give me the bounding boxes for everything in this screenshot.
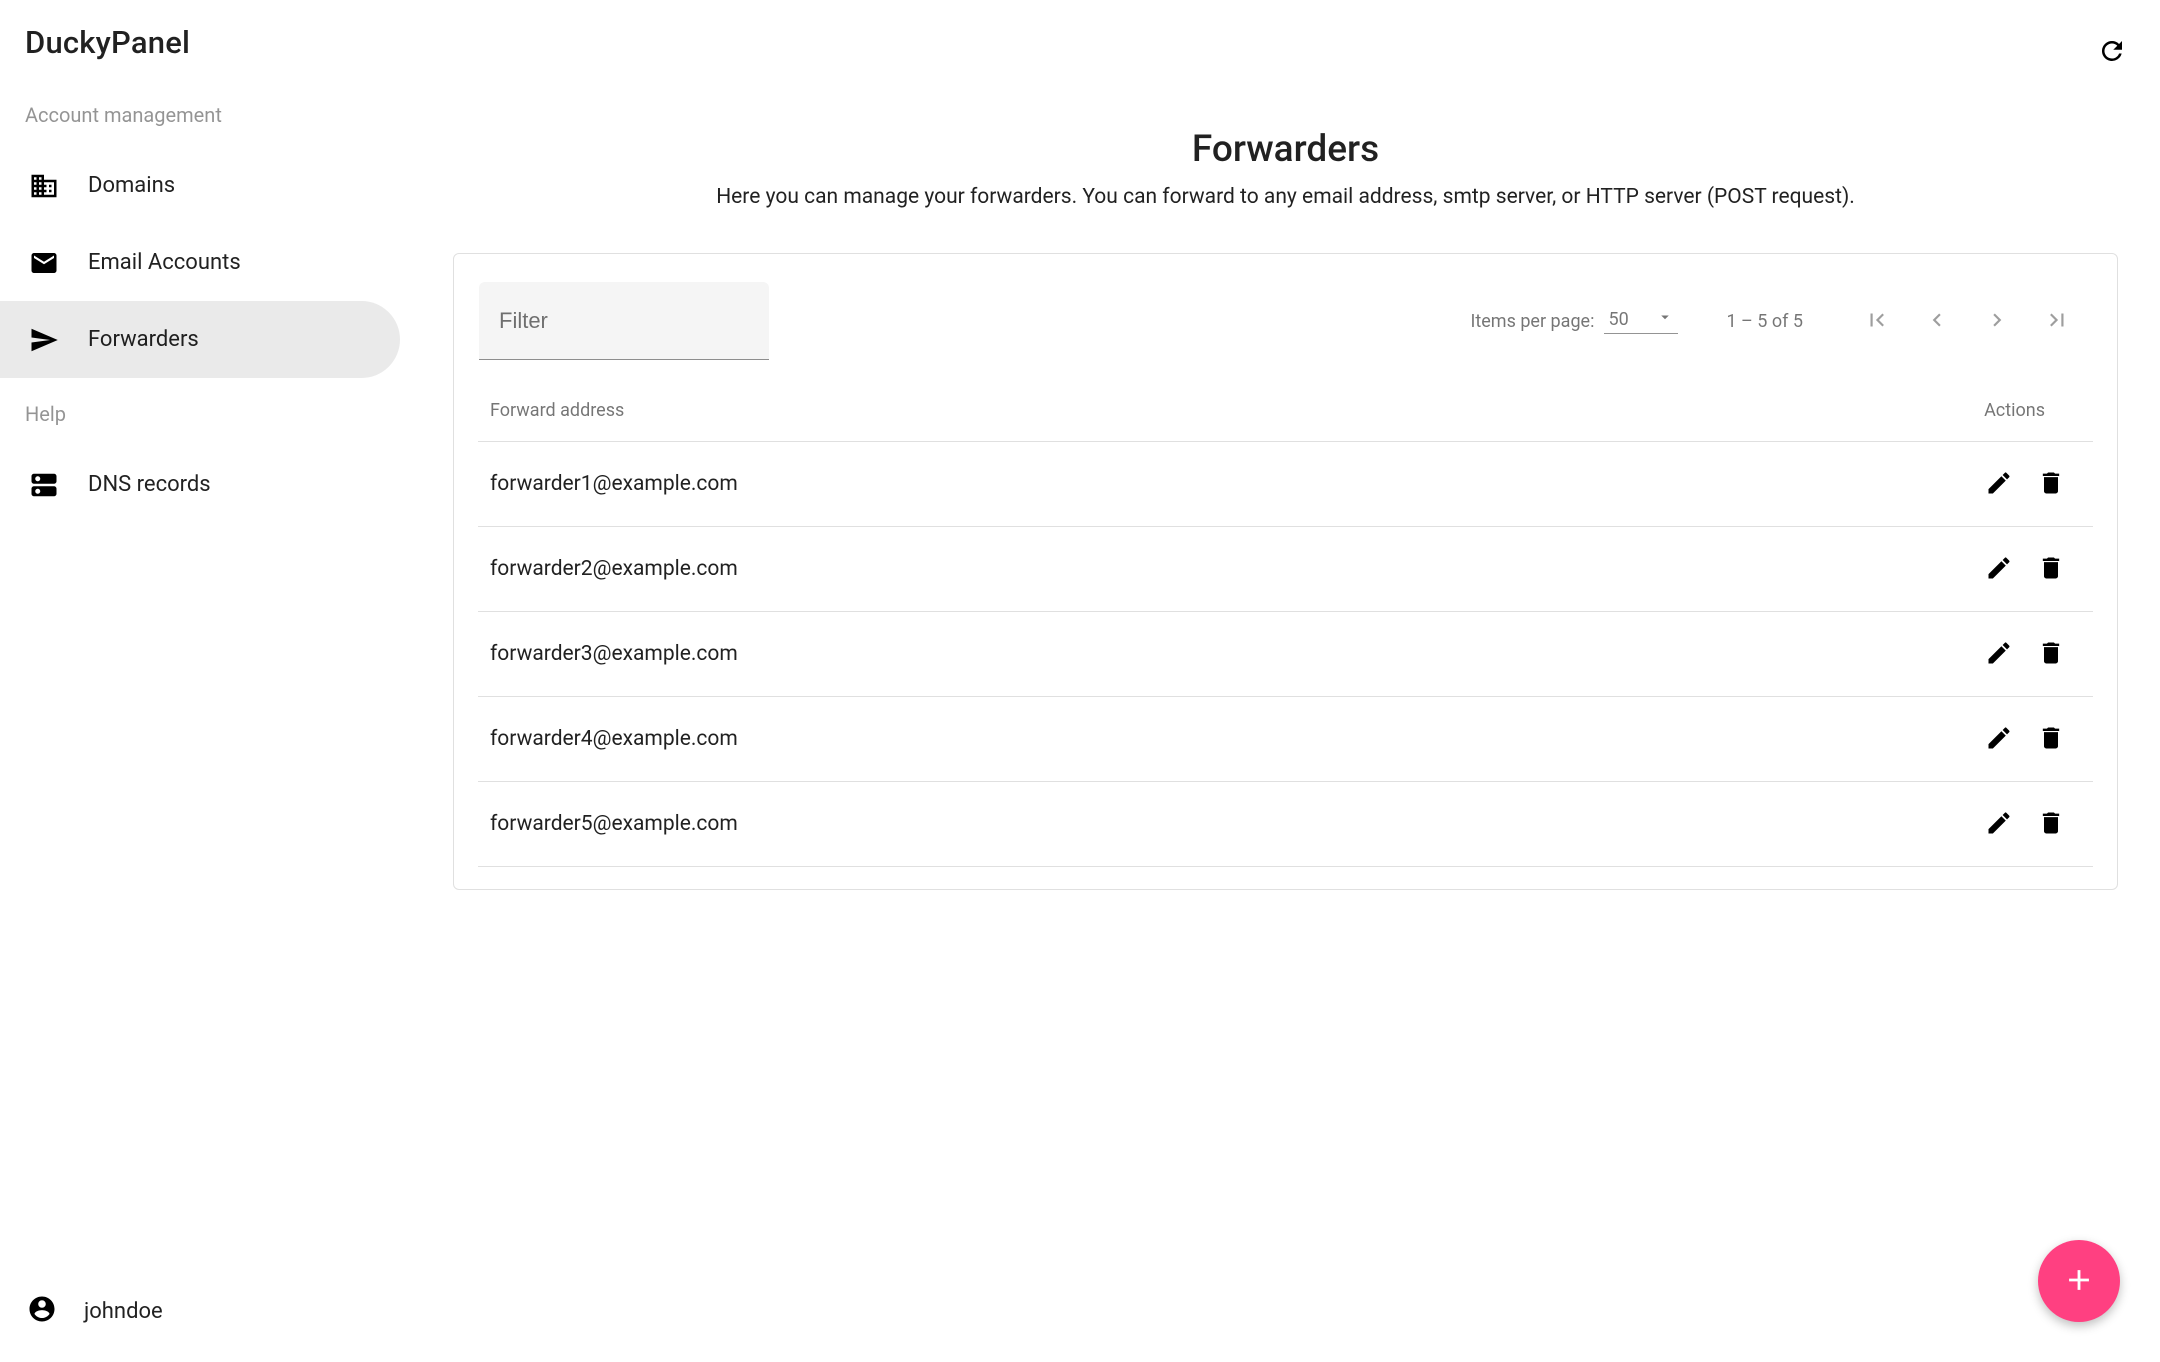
edit-icon <box>1985 724 2013 755</box>
delete-button[interactable] <box>2029 547 2073 591</box>
filter-input[interactable] <box>499 308 749 334</box>
table-row: forwarder3@example.com <box>478 612 2093 697</box>
actions-cell <box>1933 442 2093 527</box>
actions-cell <box>1933 782 2093 867</box>
edit-button[interactable] <box>1977 462 2021 506</box>
delete-icon <box>2037 809 2065 840</box>
add-forwarder-fab[interactable] <box>2038 1240 2120 1322</box>
edit-icon <box>1985 639 2013 670</box>
refresh-icon <box>2097 36 2127 69</box>
actions-cell <box>1933 527 2093 612</box>
arrow-drop-down-icon <box>1644 308 1674 331</box>
main-content: Forwarders Here you can manage your forw… <box>411 0 2160 1362</box>
edit-button[interactable] <box>1977 632 2021 676</box>
first-page-icon <box>1864 307 1890 336</box>
last-page-button[interactable] <box>2033 297 2081 345</box>
delete-button[interactable] <box>2029 632 2073 676</box>
actions-cell <box>1933 697 2093 782</box>
actions-cell <box>1933 612 2093 697</box>
refresh-button[interactable] <box>2092 32 2132 72</box>
send-icon <box>27 323 61 357</box>
app-title: DuckyPanel <box>0 24 411 61</box>
sidebar-item-dns-records[interactable]: DNS records <box>0 446 400 523</box>
next-page-button[interactable] <box>1973 297 2021 345</box>
sidebar-item-email-accounts[interactable]: Email Accounts <box>0 224 400 301</box>
delete-icon <box>2037 554 2065 585</box>
prev-page-button[interactable] <box>1913 297 1961 345</box>
account-icon <box>27 1294 57 1328</box>
table-row: forwarder5@example.com <box>478 782 2093 867</box>
filter-field[interactable] <box>479 282 769 360</box>
card-toolbar: Items per page: 50 1 – 5 of 5 <box>454 254 2117 360</box>
items-per-page-value: 50 <box>1608 309 1628 330</box>
forward-address-cell: forwarder4@example.com <box>478 697 1933 782</box>
edit-icon <box>1985 554 2013 585</box>
forward-address-cell: forwarder1@example.com <box>478 442 1933 527</box>
edit-icon <box>1985 809 2013 840</box>
sidebar-item-label: Email Accounts <box>88 250 241 275</box>
table-row: forwarder1@example.com <box>478 442 2093 527</box>
page-subtitle: Here you can manage your forwarders. You… <box>441 185 2130 209</box>
edit-button[interactable] <box>1977 547 2021 591</box>
sidebar-section-account: Account management <box>0 103 411 127</box>
sidebar-item-domains[interactable]: Domains <box>0 147 400 224</box>
table-row: forwarder4@example.com <box>478 697 2093 782</box>
forwarders-card: Items per page: 50 1 – 5 of 5 Forward ad… <box>453 253 2118 890</box>
last-page-icon <box>2044 307 2070 336</box>
chevron-right-icon <box>1984 307 2010 336</box>
paginator: Items per page: 50 1 – 5 of 5 <box>1470 297 2087 345</box>
dns-icon <box>27 468 61 502</box>
chevron-left-icon <box>1924 307 1950 336</box>
column-header-actions: Actions <box>1933 400 2093 442</box>
mail-icon <box>27 246 61 280</box>
user-name: johndoe <box>84 1299 163 1324</box>
delete-icon <box>2037 639 2065 670</box>
sidebar-item-label: Forwarders <box>88 327 199 352</box>
forward-address-cell: forwarder5@example.com <box>478 782 1933 867</box>
forward-address-cell: forwarder3@example.com <box>478 612 1933 697</box>
sidebar-user[interactable]: johndoe <box>0 1294 411 1362</box>
forward-address-cell: forwarder2@example.com <box>478 527 1933 612</box>
items-per-page-select[interactable]: 50 <box>1604 308 1678 334</box>
edit-button[interactable] <box>1977 802 2021 846</box>
sidebar-section-help: Help <box>0 402 411 426</box>
forwarders-table: Forward address Actions forwarder1@examp… <box>478 400 2093 867</box>
table-row: forwarder2@example.com <box>478 527 2093 612</box>
delete-button[interactable] <box>2029 717 2073 761</box>
first-page-button[interactable] <box>1853 297 1901 345</box>
delete-button[interactable] <box>2029 802 2073 846</box>
sidebar-item-forwarders[interactable]: Forwarders <box>0 301 400 378</box>
edit-button[interactable] <box>1977 717 2021 761</box>
add-icon <box>2062 1263 2096 1300</box>
domain-icon <box>27 169 61 203</box>
delete-icon <box>2037 724 2065 755</box>
delete-icon <box>2037 469 2065 500</box>
sidebar: DuckyPanel Account management Domains Em… <box>0 0 411 1362</box>
items-per-page-label: Items per page: <box>1470 311 1594 332</box>
page-title: Forwarders <box>441 128 2130 171</box>
column-header-address: Forward address <box>478 400 1933 442</box>
sidebar-item-label: Domains <box>88 173 175 198</box>
sidebar-item-label: DNS records <box>88 472 211 497</box>
paginator-range: 1 – 5 of 5 <box>1726 311 1803 332</box>
delete-button[interactable] <box>2029 462 2073 506</box>
edit-icon <box>1985 469 2013 500</box>
